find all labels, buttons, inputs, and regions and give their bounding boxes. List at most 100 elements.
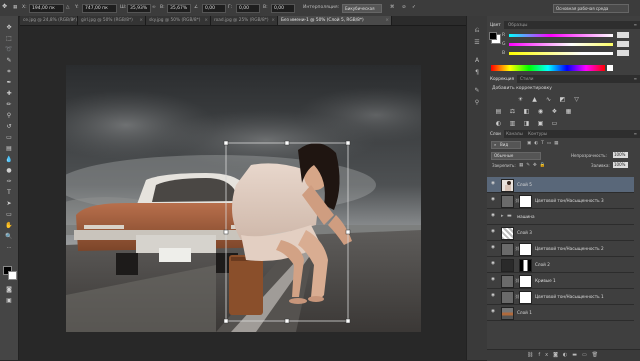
shape-tool-icon[interactable]: ▭ bbox=[4, 211, 14, 219]
color-balance-icon[interactable]: ⚖ bbox=[509, 108, 516, 115]
healing-tool-icon[interactable]: ✚ bbox=[4, 90, 14, 98]
paragraph-icon[interactable]: ¶ bbox=[472, 68, 482, 77]
lock-icons[interactable]: ▦✎✥🔒 bbox=[519, 163, 548, 168]
layer-row[interactable]: ◉ ⛓ Цветовой тон/Насыщенность 1 bbox=[487, 289, 634, 305]
visibility-eye-icon[interactable]: ◉ bbox=[491, 181, 496, 186]
tab-doc-1[interactable]: се.jpg @ 24,8% (RGB/8*) × bbox=[20, 16, 78, 25]
threshold-icon[interactable]: ◨ bbox=[523, 120, 530, 127]
reference-point-icon[interactable]: ▦ bbox=[13, 5, 17, 10]
tab-doc-2[interactable]: girl.jpg @ 50% (RGB/8*) × bbox=[78, 16, 146, 25]
layer-row[interactable]: ◉ Слой 3 bbox=[487, 225, 634, 241]
panel-menu-icon[interactable]: ≡ bbox=[634, 131, 637, 136]
color-lookup-icon[interactable]: ▦ bbox=[565, 108, 572, 115]
tab-adjustments[interactable]: Коррекция bbox=[487, 75, 518, 83]
path-select-tool-icon[interactable]: ➤ bbox=[4, 200, 14, 208]
close-icon[interactable]: × bbox=[204, 16, 208, 25]
interpolation-select[interactable]: Бикубическая bbox=[342, 4, 382, 13]
blur-tool-icon[interactable]: 💧 bbox=[4, 156, 14, 164]
layer-action-icons[interactable]: ⛓fx◙◐▬▭🗑 bbox=[527, 352, 603, 358]
visibility-eye-icon[interactable]: ◉ bbox=[491, 261, 496, 266]
layer-row[interactable]: ◉ Слой 2 bbox=[487, 257, 634, 273]
color-spectrum-bar[interactable] bbox=[491, 65, 605, 71]
curves-icon[interactable]: ∿ bbox=[545, 96, 552, 103]
eyedropper-tool-icon[interactable]: ✒ bbox=[4, 79, 14, 87]
expand-arrow-icon[interactable]: ▸ bbox=[501, 213, 504, 219]
gradient-tool-icon[interactable]: ▤ bbox=[4, 145, 14, 153]
clone-stamp-tool-icon[interactable]: ⚲ bbox=[4, 112, 14, 120]
delta-icon[interactable]: △ bbox=[66, 5, 69, 10]
zoom-tool-icon[interactable]: 🔍 bbox=[4, 233, 14, 241]
hand-tool-icon[interactable]: ✋ bbox=[4, 222, 14, 230]
g-value-field[interactable] bbox=[617, 41, 629, 47]
tab-styles[interactable]: Стили bbox=[517, 75, 536, 83]
h-skew-field[interactable]: 0,00 bbox=[239, 6, 249, 11]
visibility-eye-icon[interactable]: ◉ bbox=[491, 277, 496, 282]
posterize-icon[interactable]: ▥ bbox=[509, 120, 516, 127]
tab-paths[interactable]: Контуры bbox=[525, 130, 550, 138]
x-field[interactable]: 194,00 пк bbox=[32, 6, 55, 11]
layer-filter-select[interactable]: ⌕ Вид bbox=[491, 141, 521, 149]
visibility-eye-icon[interactable]: ◉ bbox=[491, 213, 496, 218]
quick-select-tool-icon[interactable]: ✎ bbox=[4, 57, 14, 65]
dodge-tool-icon[interactable]: ● bbox=[4, 167, 14, 175]
background-color-swatch[interactable] bbox=[8, 271, 17, 280]
layer-row[interactable]: ◉ ⛓ Цветовой тон/Насыщенность 3 bbox=[487, 193, 634, 209]
quick-mask-icon[interactable]: ◙ bbox=[4, 286, 14, 294]
history-brush-tool-icon[interactable]: ↺ bbox=[4, 123, 14, 131]
tab-swatches[interactable]: Образцы bbox=[505, 21, 531, 29]
character-icon[interactable]: A bbox=[472, 56, 482, 65]
pen-tool-icon[interactable]: ✑ bbox=[4, 178, 14, 186]
screen-mode-icon[interactable]: ▣ bbox=[4, 297, 14, 305]
v-skew-field[interactable]: 0,00 bbox=[274, 6, 284, 11]
selective-color-icon[interactable]: ▣ bbox=[537, 120, 544, 127]
panel-menu-icon[interactable]: ≡ bbox=[634, 22, 637, 27]
angle-field[interactable]: 0,00 bbox=[205, 6, 215, 11]
levels-icon[interactable]: ▲ bbox=[531, 96, 538, 103]
layer-row[interactable]: ◉ ▸ ▬ машина bbox=[487, 209, 634, 225]
type-tool-icon[interactable]: T bbox=[4, 189, 14, 197]
layer-row[interactable]: ◉ Слой 1 bbox=[487, 305, 634, 321]
lasso-tool-icon[interactable]: ➰ bbox=[4, 46, 14, 54]
exposure-icon[interactable]: ◩ bbox=[559, 96, 566, 103]
visibility-eye-icon[interactable]: ◉ bbox=[491, 293, 496, 298]
tab-color[interactable]: Цвет bbox=[487, 21, 504, 29]
hue-saturation-icon[interactable]: ▤ bbox=[495, 108, 502, 115]
layer-row[interactable]: ◉ Слой 5 bbox=[487, 177, 634, 193]
visibility-eye-icon[interactable]: ◉ bbox=[491, 309, 496, 314]
eraser-tool-icon[interactable]: ▭ bbox=[4, 134, 14, 142]
invert-icon[interactable]: ◐ bbox=[495, 120, 502, 127]
more-tools-icon[interactable]: ··· bbox=[4, 244, 14, 252]
opacity-field[interactable]: 100% bbox=[613, 152, 628, 158]
tab-layers[interactable]: Слои bbox=[487, 130, 504, 138]
close-icon[interactable]: × bbox=[139, 16, 143, 25]
r-value-field[interactable] bbox=[617, 32, 629, 38]
history-icon[interactable]: ⎌ bbox=[472, 26, 482, 35]
crop-tool-icon[interactable]: ⌗ bbox=[4, 68, 14, 76]
visibility-eye-icon[interactable]: ◉ bbox=[491, 245, 496, 250]
commit-transform-icon[interactable]: ✓ bbox=[412, 5, 416, 10]
link-icon[interactable]: ∞ bbox=[152, 5, 156, 10]
document-canvas[interactable] bbox=[66, 65, 421, 332]
white-swatch[interactable] bbox=[607, 65, 613, 71]
tab-doc-active[interactable]: Без имени-1 @ 50% (Слой 5, RGB/8*) × bbox=[278, 16, 392, 25]
visibility-eye-icon[interactable]: ◉ bbox=[491, 229, 496, 234]
close-icon[interactable]: × bbox=[385, 16, 389, 25]
properties-icon[interactable]: ☰ bbox=[472, 38, 482, 47]
w-field[interactable]: 35,93% bbox=[130, 6, 147, 11]
fill-field[interactable]: 100% bbox=[613, 162, 628, 168]
close-icon[interactable]: × bbox=[271, 16, 275, 25]
tab-doc-3[interactable]: sky.jpg @ 50% (RGB/8*) × bbox=[146, 16, 211, 25]
h-field[interactable]: 35,67% bbox=[170, 6, 187, 11]
brightness-icon[interactable]: ☀ bbox=[517, 96, 524, 103]
black-white-icon[interactable]: ◧ bbox=[523, 108, 530, 115]
blend-mode-select[interactable]: Обычные bbox=[491, 152, 541, 160]
brush-tool-icon[interactable]: ✏ bbox=[4, 101, 14, 109]
layer-filter-icons[interactable]: ▣◐T▭▦ bbox=[527, 141, 561, 146]
brush-presets-icon[interactable]: ✎ bbox=[472, 86, 482, 95]
cancel-transform-icon[interactable]: ⊘ bbox=[402, 5, 406, 10]
warp-icon[interactable]: ⌘ bbox=[390, 5, 395, 10]
photo-filter-icon[interactable]: ◉ bbox=[537, 108, 544, 115]
panel-menu-icon[interactable]: ≡ bbox=[634, 76, 637, 81]
tab-doc-4[interactable]: road.jpg @ 25% (RGB/8*) × bbox=[211, 16, 278, 25]
y-field[interactable]: 747,00 пк bbox=[85, 6, 108, 11]
